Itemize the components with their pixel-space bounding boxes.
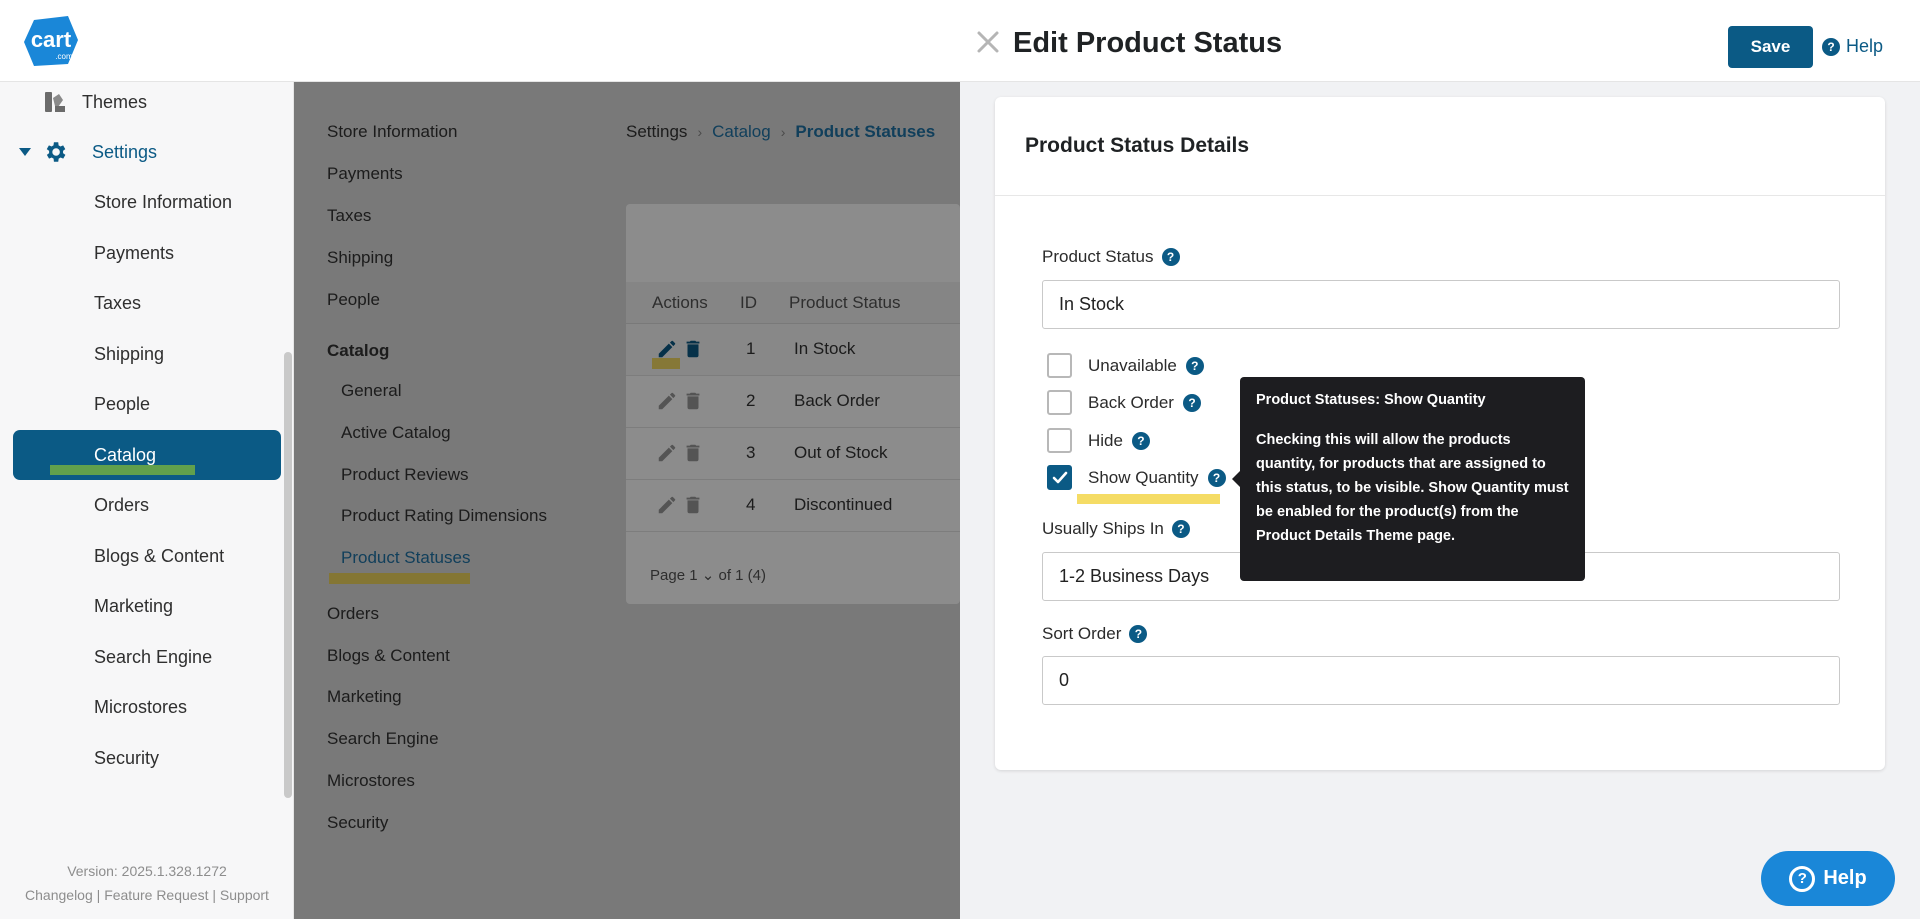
help-circle-icon[interactable]: ? [1182,393,1201,412]
sidebar-item-store-information[interactable]: Store Information [94,177,232,227]
sidebar-item-label: Settings [92,141,158,162]
help-link[interactable]: ? Help [1822,36,1883,57]
help-circle-icon[interactable]: ? [1207,468,1226,487]
help-circle-icon[interactable]: ? [1129,625,1148,643]
sort-order-label: Sort Order ? [1042,624,1148,644]
gear-icon [42,139,72,165]
feature-request-link[interactable]: Feature Request [104,887,208,903]
catalog-highlight-mark [50,465,195,475]
sidebar-item-blogs-content[interactable]: Blogs & Content [94,531,224,581]
sidebar-item-label: Microstores [94,696,188,717]
back-order-checkbox-row[interactable]: Back Order ? [1047,390,1201,415]
logo-text: cart [31,27,72,52]
sort-order-input[interactable] [1042,656,1840,705]
help-circle-icon[interactable]: ? [1185,356,1204,375]
unavailable-checkbox[interactable] [1047,353,1072,378]
product-status-input[interactable] [1042,280,1840,329]
checkbox-label: Hide [1088,430,1123,450]
tooltip-arrow [1232,471,1240,487]
show-quantity-checkbox[interactable] [1047,465,1072,490]
changelog-link[interactable]: Changelog [25,887,93,903]
cart-logo[interactable]: cart .com [22,14,80,68]
support-link[interactable]: Support [220,887,269,903]
modal-backdrop-overlay[interactable] [294,82,960,919]
unavailable-checkbox-row[interactable]: Unavailable ? [1047,353,1204,378]
panel-title: Edit Product Status [1013,27,1283,59]
help-circle-icon[interactable]: ? [1161,248,1180,266]
footer-separator: | [212,887,217,903]
field-label-text: Usually Ships In [1042,519,1164,538]
sidebar-scrollbar[interactable] [284,352,292,798]
checkbox-label: Unavailable [1088,355,1177,375]
checkbox-label: Back Order [1088,392,1174,412]
sidebar-item-label: Blogs & Content [94,545,225,566]
field-label-text: Sort Order [1042,624,1122,643]
field-label-text: Product Status [1042,247,1154,266]
panel-header: Edit Product Status Save ? Help [960,0,1920,82]
floating-help-label: Help [1823,867,1867,889]
product-status-label: Product Status ? [1042,247,1180,267]
sidebar-item-label: Store Information [94,191,233,212]
tooltip-body: Checking this will allow the products qu… [1256,432,1569,544]
help-circle-icon[interactable]: ? [1131,431,1150,450]
sidebar-item-label: Catalog [94,444,157,465]
sidebar-item-label: Payments [94,242,175,263]
usually-ships-in-label: Usually Ships In ? [1042,519,1190,539]
sidebar-item-shipping[interactable]: Shipping [94,329,164,379]
back-order-checkbox[interactable] [1047,390,1072,415]
hide-checkbox[interactable] [1047,428,1072,453]
sidebar-item-taxes[interactable]: Taxes [94,278,141,328]
sidebar-item-people[interactable]: People [94,379,150,429]
checkmark-icon [1052,471,1067,483]
hide-checkbox-row[interactable]: Hide ? [1047,428,1150,453]
sidebar-item-settings[interactable]: Settings [18,127,157,177]
sidebar-item-security[interactable]: Security [94,733,159,783]
sidebar-item-search-engine[interactable]: Search Engine [94,632,212,682]
show-quantity-tooltip: Product Statuses: Show Quantity Checking… [1240,377,1585,581]
sidebar-item-marketing[interactable]: Marketing [94,581,173,631]
footer-links: Changelog | Feature Request | Support [0,887,294,903]
tooltip-title: Product Statuses: Show Quantity [1256,392,1486,408]
help-circle-icon: ? [1822,37,1840,56]
sidebar-item-label: Orders [94,494,150,515]
sidebar-item-payments[interactable]: Payments [94,228,174,278]
card-title: Product Status Details [1025,134,1250,157]
version-text: Version: 2025.1.328.1272 [67,863,227,879]
close-icon[interactable] [974,28,1002,56]
card-divider [995,195,1885,196]
sidebar-item-label: Security [94,747,160,768]
sidebar-item-label: Taxes [94,292,142,313]
top-header: cart .com [0,0,960,82]
show-quantity-highlight-mark [1077,494,1220,504]
help-circle-icon[interactable]: ? [1171,520,1190,538]
themes-icon [40,90,70,114]
sidebar: Themes Settings Store Information Paymen… [0,0,294,919]
footer-separator: | [96,887,101,903]
sidebar-item-label: People [94,393,151,414]
sidebar-item-microstores[interactable]: Microstores [94,682,187,732]
sidebar-item-label: Themes [82,91,148,112]
help-link-label: Help [1846,36,1884,56]
sidebar-item-label: Marketing [94,595,174,616]
caret-down-icon [18,147,36,157]
sidebar-item-themes[interactable]: Themes [40,77,147,127]
checkbox-label: Show Quantity [1088,467,1199,487]
sidebar-item-label: Search Engine [94,646,213,667]
save-button[interactable]: Save [1728,26,1813,68]
help-circle-icon: ? [1789,865,1816,892]
logo-sub: .com [55,52,73,61]
floating-help-button[interactable]: ? Help [1761,851,1895,906]
sidebar-item-orders[interactable]: Orders [94,480,149,530]
sidebar-item-label: Shipping [94,343,165,364]
show-quantity-checkbox-row[interactable]: Show Quantity ? [1047,465,1226,490]
